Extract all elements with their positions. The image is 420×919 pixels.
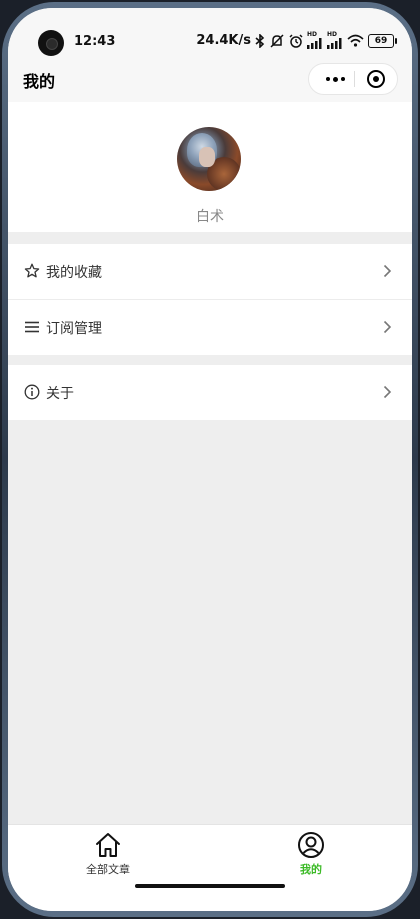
avatar[interactable] (177, 127, 241, 191)
tab-all-articles[interactable]: 全部文章 (68, 829, 148, 879)
nav-bar: 我的 (8, 58, 412, 102)
info-icon (24, 384, 40, 400)
menu-group-secondary: 关于 (8, 365, 412, 420)
signal-hd-icon: HD (307, 32, 323, 49)
close-mini-program-icon[interactable] (367, 70, 385, 88)
front-camera-icon (38, 30, 64, 56)
list-icon (25, 321, 39, 333)
star-icon (24, 263, 40, 278)
menu-item-favorites[interactable]: 我的收藏 (8, 244, 412, 299)
page-title: 我的 (23, 72, 56, 91)
menu-group-primary: 我的收藏 订阅管理 (8, 244, 412, 355)
home-indicator (135, 884, 285, 888)
user-icon (298, 832, 324, 858)
username: 白术 (196, 209, 224, 225)
chevron-right-icon (383, 264, 392, 278)
profile-card: 白术 (8, 102, 412, 232)
silent-icon (270, 33, 284, 48)
alarm-icon (289, 33, 303, 48)
menu-item-label: 订阅管理 (46, 321, 102, 337)
chevron-right-icon (383, 320, 392, 334)
tab-bar: 全部文章 我的 (8, 824, 412, 911)
home-icon (96, 833, 120, 857)
tab-label: 我的 (300, 863, 322, 876)
more-icon[interactable] (317, 64, 353, 94)
network-speed: 24.4K/s (196, 33, 251, 48)
status-icons: 24.4K/s HD HD 69 (196, 32, 397, 49)
menu-item-about[interactable]: 关于 (8, 365, 412, 420)
app-screen: 12:43 24.4K/s HD HD 69 我的 白术 我的收藏 订阅管理 关… (8, 8, 412, 911)
phone-frame: 12:43 24.4K/s HD HD 69 我的 白术 我的收藏 订阅管理 关… (0, 0, 420, 919)
menu-item-label: 我的收藏 (46, 265, 102, 281)
battery-icon: 69 (368, 33, 397, 48)
capsule-divider (354, 71, 355, 87)
menu-item-label: 关于 (46, 386, 74, 402)
tab-mine[interactable]: 我的 (271, 829, 351, 879)
tab-label: 全部文章 (86, 863, 130, 876)
status-bar: 12:43 24.4K/s HD HD 69 (8, 8, 412, 58)
menu-item-subscriptions[interactable]: 订阅管理 (8, 299, 412, 355)
bluetooth-icon (255, 33, 265, 48)
chevron-right-icon (383, 385, 392, 399)
status-time: 12:43 (74, 34, 116, 49)
wifi-icon (347, 34, 364, 47)
signal-hd-icon: HD (327, 32, 343, 49)
mini-program-capsule (308, 63, 398, 95)
